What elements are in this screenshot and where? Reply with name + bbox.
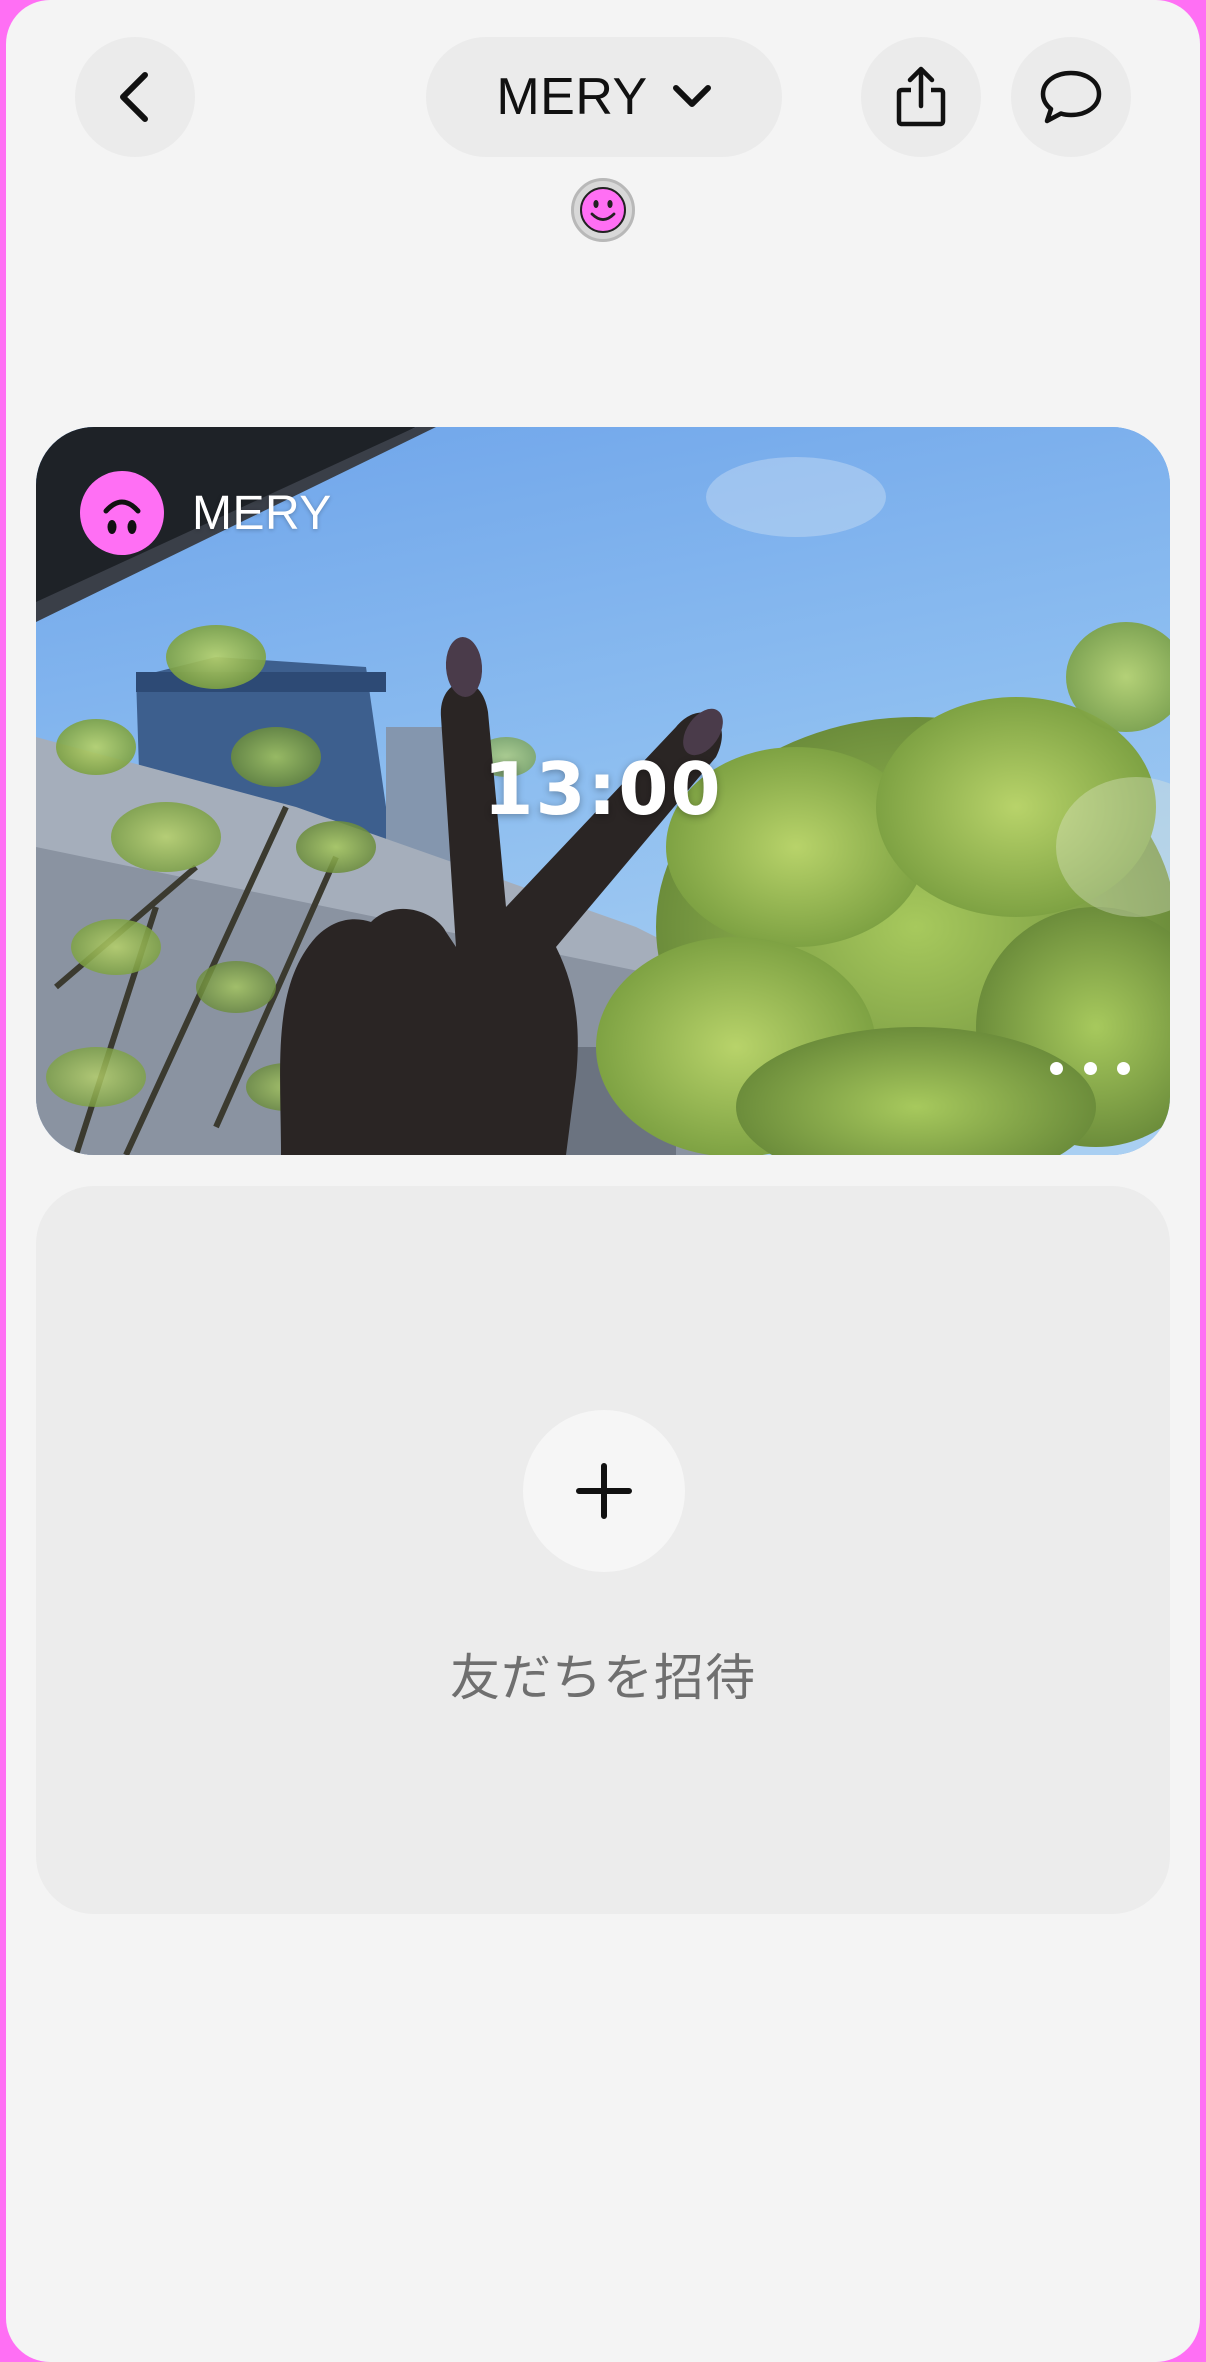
more-options-button[interactable]: [1050, 1053, 1130, 1083]
chevron-down-icon: [672, 85, 711, 107]
app-screen: MERY MERY 13:00 友だちを招待: [6, 0, 1200, 2362]
card-user-info[interactable]: MERY: [80, 471, 332, 555]
chevron-left-icon: [120, 72, 148, 122]
back-button[interactable]: [75, 37, 195, 157]
upside-down-smiley-icon: [103, 499, 141, 534]
photo-card[interactable]: MERY 13:00: [36, 427, 1170, 1155]
more-dots-icon: [1050, 1061, 1063, 1075]
more-dots-icon: [1083, 1061, 1097, 1075]
group-name: MERY: [496, 68, 648, 126]
plus-icon: [576, 1463, 632, 1519]
more-dots-icon: [1117, 1061, 1130, 1075]
group-selector-button[interactable]: MERY: [426, 37, 782, 157]
card-username: MERY: [192, 486, 332, 540]
invite-friends-card[interactable]: 友だちを招待: [36, 1186, 1170, 1914]
share-icon: [896, 66, 946, 127]
chat-button[interactable]: [1011, 37, 1131, 157]
chat-bubble-icon: [1040, 70, 1102, 124]
card-avatar: [80, 471, 164, 555]
smiley-face-icon: [580, 187, 626, 233]
member-avatar[interactable]: [571, 178, 635, 242]
post-time: 13:00: [483, 747, 723, 831]
invite-add-button[interactable]: [523, 1410, 685, 1572]
invite-friends-label: 友だちを招待: [450, 1649, 756, 1707]
share-button[interactable]: [861, 37, 981, 157]
